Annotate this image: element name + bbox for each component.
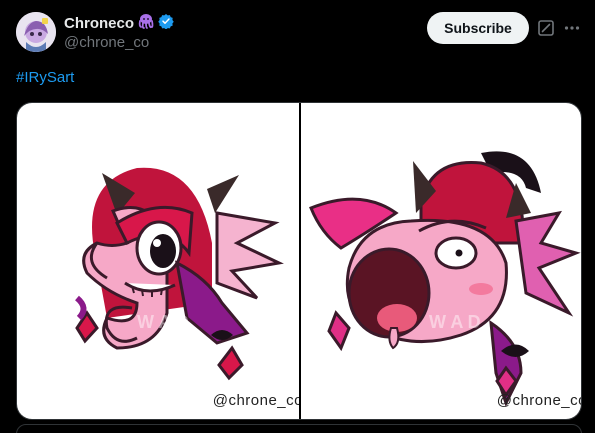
author-name-row[interactable]: Chroneco	[64, 13, 174, 33]
subscribe-button[interactable]: Subscribe	[427, 12, 529, 44]
watermark-text-1: W A D	[137, 312, 189, 332]
author-avatar[interactable]	[16, 12, 56, 52]
author-display-name[interactable]: Chroneco	[64, 15, 134, 32]
grok-icon[interactable]	[537, 19, 555, 37]
more-icon[interactable]	[563, 19, 581, 37]
octopus-icon	[137, 13, 155, 33]
media-grid: W A D @chrone_co W A D @chrone_co	[16, 102, 582, 420]
image-credit-1: @chrone_co	[212, 392, 299, 409]
author-handle[interactable]: @chrone_co	[64, 34, 149, 51]
image-credit-2: @chrone_co	[496, 392, 582, 409]
hashtag-link[interactable]: #IRySart	[16, 69, 74, 86]
watermark-text-2: W A D	[429, 312, 481, 332]
media-image-1[interactable]: W A D @chrone_co	[17, 103, 299, 419]
verified-badge-icon[interactable]	[158, 13, 174, 33]
media-image-2[interactable]: W A D @chrone_co	[301, 103, 582, 419]
post: Chroneco @chrone_co Subscribe #IRySart W…	[0, 0, 595, 433]
next-content-card	[16, 424, 582, 433]
